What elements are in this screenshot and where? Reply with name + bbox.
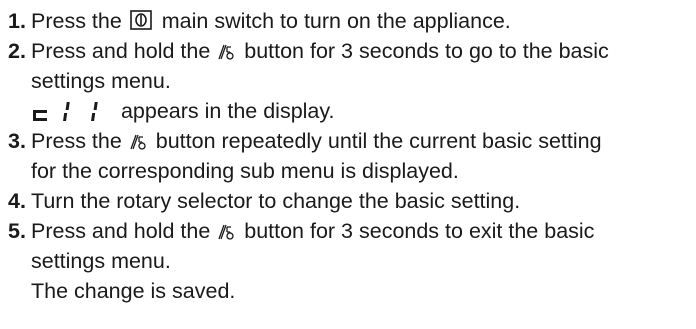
step-5-continuation: settings menu.	[8, 246, 692, 276]
step-text-pre: Press the	[31, 129, 128, 153]
step-number: 4.	[8, 189, 26, 213]
settings-button-icon	[218, 224, 234, 240]
step-5-result: The change is saved.	[8, 276, 692, 306]
step-text-pre: Press the	[31, 9, 128, 33]
step-text-post: main switch to turn on the appliance.	[155, 9, 511, 33]
step-text-post: button for 3 seconds to go to the basic	[238, 39, 609, 63]
result-text: The change is saved.	[31, 279, 236, 303]
step-number: 5.	[8, 219, 26, 243]
step-text-pre: Press and hold the	[31, 39, 217, 63]
step-number: 3.	[8, 129, 26, 153]
step-text-pre: Press and hold the	[31, 219, 217, 243]
step-2-continuation: settings menu.	[8, 66, 692, 96]
step-1: 1. Press the main switch to turn on the a…	[8, 6, 692, 36]
instruction-list: 1. Press the main switch to turn on the a…	[8, 6, 692, 306]
display-message-text: appears in the display.	[115, 99, 335, 123]
step-text-cont: for the corresponding sub menu is displa…	[31, 159, 459, 183]
step-text-cont: settings menu.	[31, 69, 171, 93]
step-text-post: button for 3 seconds to exit the basic	[238, 219, 595, 243]
step-2-result: appears in the display.	[8, 96, 692, 126]
display-code-c11-icon	[33, 102, 98, 121]
step-5: 5. Press and hold the button for 3 second…	[8, 216, 692, 246]
settings-button-icon	[218, 44, 234, 60]
step-text-cont: settings menu.	[31, 249, 171, 273]
step-text: Turn the rotary selector to change the b…	[31, 189, 521, 213]
step-3-continuation: for the corresponding sub menu is displa…	[8, 156, 692, 186]
step-number: 2.	[8, 39, 26, 63]
step-text-post: button repeatedly until the current basi…	[149, 129, 602, 153]
step-2: 2. Press and hold the button for 3 second…	[8, 36, 692, 66]
step-4: 4. Turn the rotary selector to change the…	[8, 186, 692, 216]
step-3: 3. Press the button repeatedly until the …	[8, 126, 692, 156]
power-switch-icon	[129, 10, 152, 30]
step-number: 1.	[8, 9, 26, 33]
settings-button-icon	[130, 134, 146, 150]
